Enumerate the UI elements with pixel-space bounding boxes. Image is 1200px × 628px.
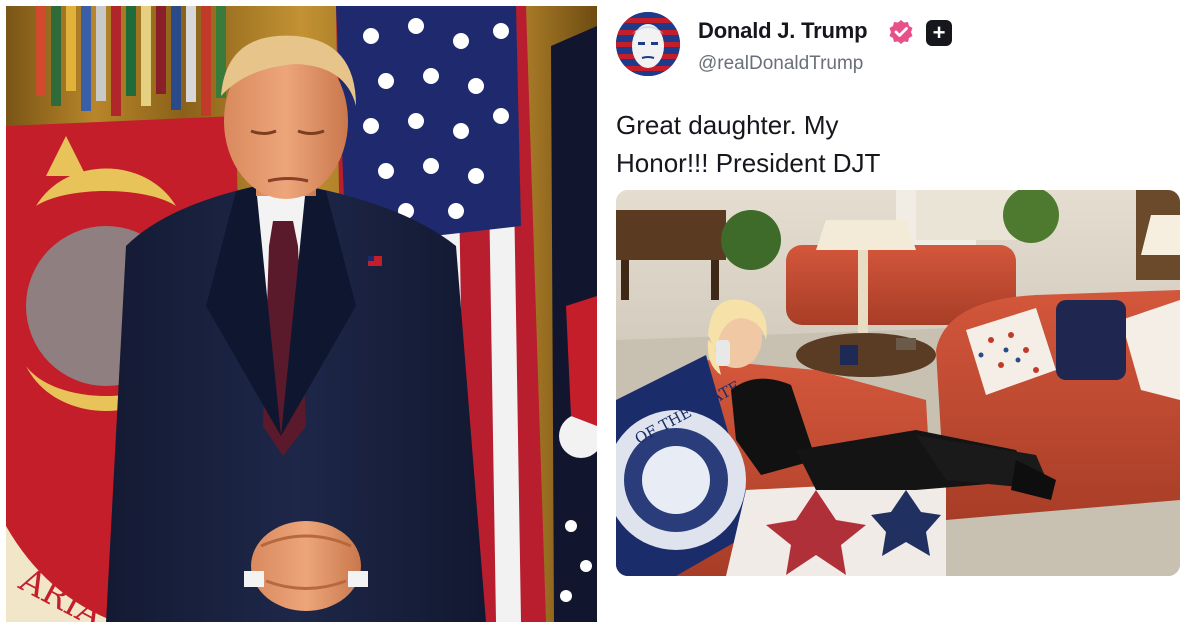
left-photo: ARIA (6, 6, 597, 622)
attached-photo[interactable]: OF THE STATE (616, 190, 1180, 576)
social-post: Donald J. Trump + @realDonaldTrump Great… (602, 0, 1200, 628)
verified-check-icon (889, 20, 913, 44)
post-text: Great daughter. My Honor!!! President DJ… (616, 106, 916, 182)
composite-image: ARIA Donald J. Trump + @realDonaldTrump … (0, 0, 1200, 628)
plus-badge-icon: + (926, 20, 952, 46)
post-text-line: Honor!!! President DJT (616, 148, 881, 178)
profile-avatar[interactable] (616, 12, 680, 76)
post-text-line: Great daughter. My (616, 110, 839, 140)
display-name[interactable]: Donald J. Trump (698, 18, 868, 44)
user-handle[interactable]: @realDonaldTrump (698, 53, 863, 75)
